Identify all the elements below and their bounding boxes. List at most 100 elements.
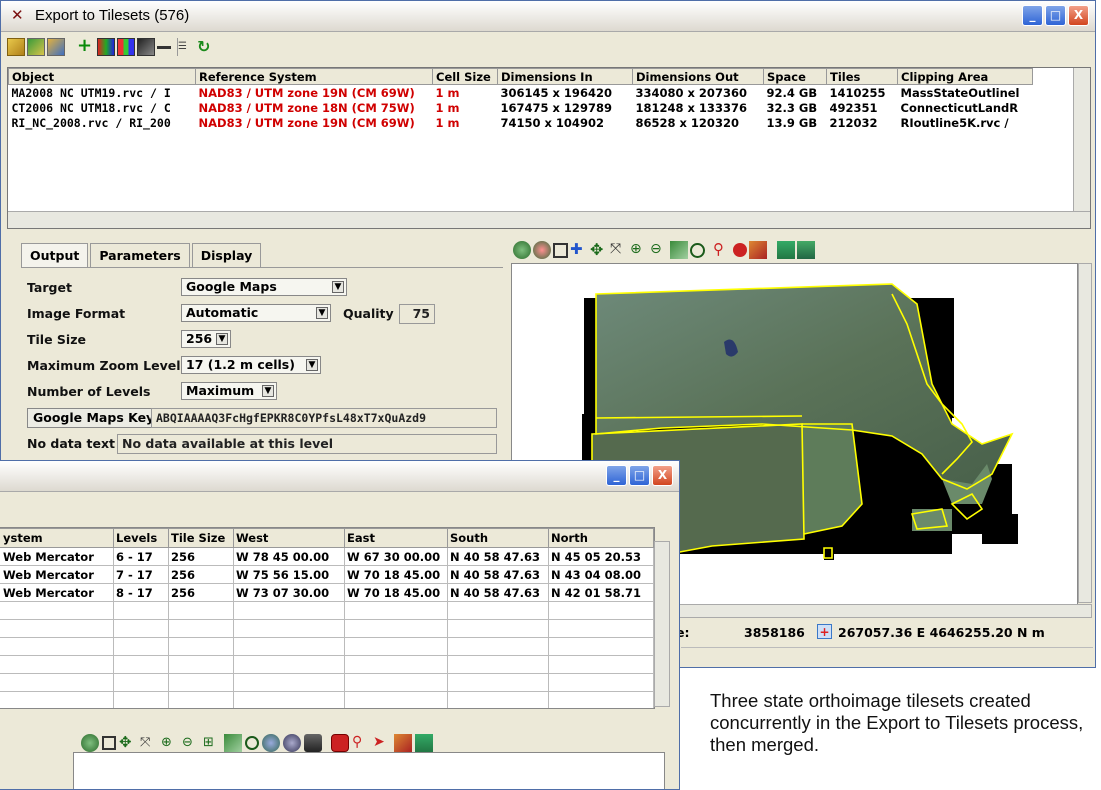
- column-header[interactable]: Levels: [113, 528, 169, 548]
- title-bar[interactable]: _ □ X: [0, 461, 679, 492]
- tab-display[interactable]: Display: [191, 243, 262, 267]
- column-header[interactable]: Dimensions Out: [632, 68, 764, 85]
- zoom-extent-icon[interactable]: [670, 241, 688, 259]
- column-header[interactable]: Reference System: [195, 68, 433, 85]
- minimize-button[interactable]: _: [1022, 5, 1043, 26]
- table-row[interactable]: [0, 637, 654, 656]
- column-header[interactable]: Dimensions In: [497, 68, 633, 85]
- tab-output[interactable]: Output: [21, 243, 89, 267]
- close-button[interactable]: X: [1068, 5, 1089, 26]
- zoom-box-icon[interactable]: ⊞: [203, 734, 221, 752]
- stop-icon[interactable]: [733, 243, 747, 257]
- refresh-icon[interactable]: ↻: [197, 38, 215, 56]
- layer-small-icon[interactable]: [137, 38, 155, 56]
- column-header[interactable]: Tile Size: [168, 528, 234, 548]
- refresh-icon[interactable]: [513, 241, 531, 259]
- table-row[interactable]: [0, 619, 654, 638]
- fullview-icon[interactable]: [553, 242, 568, 258]
- sample-icon[interactable]: [27, 38, 45, 56]
- column-header[interactable]: South: [447, 528, 549, 548]
- redraw-icon[interactable]: [533, 241, 551, 259]
- table-row[interactable]: CT2006 NC UTM18.rvc / C NAD83 / UTM zone…: [9, 100, 1033, 115]
- table-row[interactable]: [0, 691, 654, 708]
- draw-icon[interactable]: [394, 734, 412, 752]
- zoom-out-icon[interactable]: ⊖: [182, 734, 200, 752]
- column-header[interactable]: North: [548, 528, 654, 548]
- stop-icon[interactable]: [331, 734, 349, 752]
- tab-parameters[interactable]: Parameters: [90, 243, 190, 267]
- crosshair-icon[interactable]: +: [817, 624, 832, 639]
- column-header[interactable]: Tiles: [826, 68, 898, 85]
- column-header[interactable]: West: [233, 528, 345, 548]
- horizontal-scrollbar[interactable]: [8, 211, 1090, 228]
- table-row[interactable]: Web Mercator 6 - 17 256 W 78 45 00.00 W …: [0, 547, 654, 566]
- google-maps-key-button[interactable]: Google Maps Key: [27, 408, 161, 428]
- tile-size-select[interactable]: 256 ▼: [181, 330, 231, 348]
- zoom-out-icon[interactable]: ⊖: [650, 241, 668, 259]
- zoom-in-icon[interactable]: ⊕: [630, 241, 648, 259]
- table-icon[interactable]: [415, 734, 433, 752]
- map-vertical-scrollbar[interactable]: [1078, 263, 1092, 603]
- table-row[interactable]: Web Mercator 7 - 17 256 W 75 56 15.00 W …: [0, 565, 654, 584]
- column-header[interactable]: East: [344, 528, 448, 548]
- list-icon[interactable]: ☰: [177, 38, 195, 56]
- recenter-icon[interactable]: ⤧: [610, 241, 628, 259]
- image-format-select[interactable]: Automatic ▼: [181, 304, 331, 322]
- search-icon[interactable]: ⚲: [352, 734, 370, 752]
- title-bar[interactable]: ✕ Export to Tilesets (576) _ □ X: [1, 1, 1095, 32]
- fullview-icon[interactable]: [102, 736, 116, 750]
- system-cell: Web Mercator: [0, 547, 114, 566]
- view-area[interactable]: [73, 752, 665, 789]
- table-vertical-scrollbar[interactable]: [654, 541, 670, 707]
- pan-icon[interactable]: ✥: [590, 241, 608, 259]
- globe-icon[interactable]: [262, 734, 280, 752]
- recenter-icon[interactable]: ⤧: [140, 734, 158, 752]
- add-icon[interactable]: [67, 38, 75, 56]
- minimize-button[interactable]: _: [606, 465, 627, 486]
- table-icon[interactable]: [777, 241, 795, 259]
- draw-icon[interactable]: [749, 241, 767, 259]
- remove-icon[interactable]: [157, 45, 171, 49]
- pan-icon[interactable]: ✥: [119, 734, 137, 752]
- column-header[interactable]: Cell Size: [432, 68, 498, 85]
- table-row[interactable]: [0, 601, 654, 620]
- max-zoom-select[interactable]: 17 (1.2 m cells) ▼: [181, 356, 321, 374]
- num-levels-select[interactable]: Maximum ▼: [181, 382, 277, 400]
- close-button[interactable]: X: [652, 465, 673, 486]
- column-header[interactable]: ystem: [0, 528, 114, 548]
- zoom-box-icon[interactable]: ✚: [570, 241, 588, 259]
- camera-icon[interactable]: [304, 734, 322, 752]
- layers-icon[interactable]: [797, 241, 815, 259]
- pointer-icon[interactable]: ➤: [373, 734, 391, 752]
- maximize-button[interactable]: □: [1045, 5, 1066, 26]
- target-select[interactable]: Google Maps ▼: [181, 278, 347, 296]
- table-row[interactable]: Web Mercator 8 - 17 256 W 73 07 30.00 W …: [0, 583, 654, 602]
- layer-icon[interactable]: [97, 38, 115, 56]
- clipping-area-cell: ConnecticutLandR: [900, 100, 1019, 115]
- target-icon[interactable]: [690, 242, 705, 258]
- object-table[interactable]: Object Reference System Cell Size Dimens…: [7, 67, 1091, 229]
- zoom-in-icon[interactable]: ⊕: [161, 734, 179, 752]
- google-maps-key-field[interactable]: ABQIAAAAQ3FcHgfEPKR8C0YPfsL48xT7xQuAzd9: [151, 408, 497, 428]
- sphere-icon[interactable]: [283, 734, 301, 752]
- vertical-scrollbar[interactable]: [1073, 68, 1090, 212]
- table-row[interactable]: RI_NC_2008.rvc / RI_200 NAD83 / UTM zone…: [9, 115, 1033, 130]
- column-header[interactable]: Space: [763, 68, 827, 85]
- tileset-table[interactable]: ystem Levels Tile Size West East South N…: [0, 527, 655, 709]
- table-row[interactable]: [0, 673, 654, 692]
- column-header[interactable]: Object: [8, 68, 196, 85]
- table-row[interactable]: [0, 655, 654, 674]
- layer-grid-icon[interactable]: [117, 38, 135, 56]
- refresh-icon[interactable]: [81, 734, 99, 752]
- quality-field[interactable]: 75: [399, 304, 435, 324]
- maximize-button[interactable]: □: [629, 465, 650, 486]
- add-icon[interactable]: +: [77, 37, 95, 56]
- table-row[interactable]: MA2008 NC UTM19.rvc / I NAD83 / UTM zone…: [9, 85, 1033, 101]
- zoom-extent-icon[interactable]: [224, 734, 242, 752]
- search-icon[interactable]: ⚲: [713, 241, 731, 259]
- open-icon[interactable]: [7, 38, 25, 56]
- nodata-field[interactable]: No data available at this level: [117, 434, 497, 454]
- wizard-icon[interactable]: [47, 38, 65, 56]
- target-icon[interactable]: [245, 736, 259, 750]
- column-header[interactable]: Clipping Area: [897, 68, 1033, 85]
